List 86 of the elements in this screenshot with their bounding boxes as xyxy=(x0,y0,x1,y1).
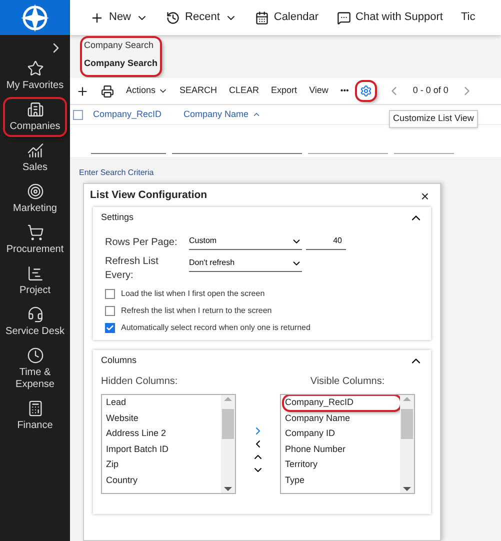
column-option[interactable]: Type xyxy=(284,474,400,487)
column-header[interactable]: Company_RecID xyxy=(93,108,162,122)
more-button[interactable]: ••• xyxy=(340,85,349,97)
star-icon xyxy=(26,60,44,77)
logo[interactable] xyxy=(0,0,70,35)
column-option[interactable]: Phone Number xyxy=(284,442,400,456)
section-title: Columns xyxy=(101,354,137,368)
sidebar-item[interactable]: Finance xyxy=(5,398,65,434)
column-list[interactable]: Company_RecID Company Name Company ID Phone Number Territory Type xyxy=(280,394,415,494)
toolbar-button[interactable]: CLEAR xyxy=(229,84,260,98)
settings-icon xyxy=(360,85,372,97)
top-menu-item[interactable]: Calendar xyxy=(254,9,319,26)
calculator-icon xyxy=(26,400,44,417)
breadcrumb-link[interactable]: Company Search xyxy=(84,39,158,52)
column-option[interactable]: Territory xyxy=(284,458,400,472)
clock-icon xyxy=(26,347,44,364)
top-menu-item[interactable]: Chat with Support xyxy=(336,9,443,26)
toolbar-button[interactable]: View xyxy=(309,84,328,98)
checkbox[interactable] xyxy=(105,289,115,299)
top-menu-item[interactable]: Recent xyxy=(166,9,237,26)
checkbox-label: Load the list when I first open the screen xyxy=(121,288,265,300)
column-option[interactable]: Zip xyxy=(105,458,221,472)
sort-icon xyxy=(252,110,261,119)
toolbar-button[interactable]: Export xyxy=(271,84,298,98)
scroll-down-icon[interactable] xyxy=(403,487,411,491)
sidebar-item[interactable]: Procurement xyxy=(5,222,65,258)
toolbar-button[interactable]: SEARCH xyxy=(180,84,218,98)
cart-icon xyxy=(26,224,44,241)
scroll-thumb[interactable] xyxy=(401,409,413,439)
check-icon xyxy=(106,324,114,332)
print-icon[interactable] xyxy=(101,84,114,98)
tooltip: Customize List View xyxy=(389,110,478,128)
list-label: Hidden Columns: xyxy=(101,375,179,389)
column-option[interactable]: Lead xyxy=(105,396,221,410)
list-label: Visible Columns: xyxy=(310,375,385,389)
headset-icon xyxy=(26,306,44,323)
scrollbar[interactable] xyxy=(221,395,235,493)
checkbox[interactable] xyxy=(105,323,115,333)
calendar-icon xyxy=(254,10,269,24)
section-title: Settings xyxy=(101,211,134,224)
sidebar-item[interactable]: My Favorites xyxy=(5,58,65,94)
rows-count-field[interactable]: 40 xyxy=(306,235,346,250)
checkbox[interactable] xyxy=(105,306,115,316)
dialog-title: List View Configuration xyxy=(90,188,208,204)
scrollbar[interactable] xyxy=(400,395,414,493)
rows-per-page-select[interactable]: Custom xyxy=(189,235,302,250)
top-menu-item[interactable]: New xyxy=(90,9,148,26)
building-icon xyxy=(26,101,44,118)
refresh-select[interactable]: Don't refresh xyxy=(189,257,302,272)
page-title: Company Search xyxy=(84,56,158,70)
column-option[interactable]: Website xyxy=(105,412,221,425)
chart-icon xyxy=(26,142,44,159)
column-option[interactable]: Company_RecID xyxy=(284,396,400,410)
settings-button[interactable] xyxy=(356,82,375,100)
actions-menu[interactable]: Actions xyxy=(126,84,168,98)
field-label: Refresh List Every: xyxy=(105,255,160,283)
select-all-checkbox[interactable] xyxy=(73,110,83,120)
chat-icon xyxy=(336,10,351,24)
top-menu-item[interactable]: Tic xyxy=(460,9,476,26)
sidebar-item[interactable]: Marketing xyxy=(5,181,65,217)
sidebar-item[interactable]: Time & Expense xyxy=(5,345,65,393)
compass-logo-icon xyxy=(20,2,50,32)
gantt-icon xyxy=(26,265,44,282)
paging-text: 0 - 0 of 0 xyxy=(412,84,448,98)
checkbox-label: Refresh the list when I return to the screen xyxy=(121,305,272,317)
checkbox-label: Automatically select record when only one is returned xyxy=(121,322,310,334)
sidebar-item[interactable]: Project xyxy=(5,263,65,299)
scroll-thumb[interactable] xyxy=(222,409,234,439)
column-list[interactable]: Lead Website Address Line 2 Import Batch ID Zip Country xyxy=(101,394,236,494)
column-option[interactable]: Import Batch ID xyxy=(105,442,221,456)
close-button[interactable]: × xyxy=(420,189,429,203)
field-label: Rows Per Page: xyxy=(105,236,178,250)
history-icon xyxy=(166,10,180,24)
target-icon xyxy=(26,183,44,200)
column-option[interactable]: Address Line 2 xyxy=(105,427,221,440)
column-option[interactable]: Country xyxy=(105,474,221,487)
column-option[interactable]: Company ID xyxy=(284,427,400,440)
add-icon[interactable] xyxy=(76,84,89,98)
sidebar-item[interactable]: Sales xyxy=(5,140,65,176)
scroll-down-icon[interactable] xyxy=(224,487,232,491)
plus-icon xyxy=(90,10,104,24)
sidebar-item[interactable]: Service Desk xyxy=(5,304,65,340)
search-hint: Enter Search Criteria xyxy=(78,167,155,179)
column-header[interactable]: Company Name xyxy=(184,108,261,122)
column-option[interactable]: Company Name xyxy=(284,412,400,425)
sidebar-item[interactable]: Companies xyxy=(5,99,65,135)
